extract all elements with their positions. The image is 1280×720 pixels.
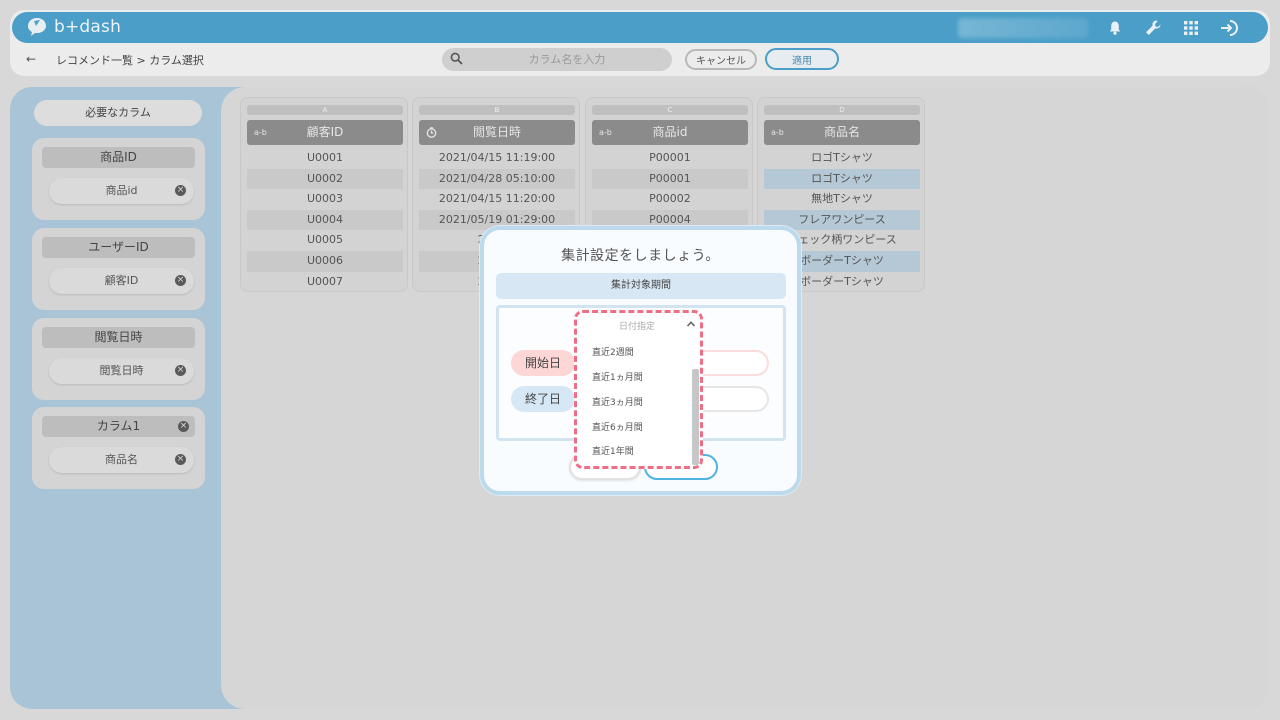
brand-bar: b+dash	[12, 12, 1268, 43]
table-cell: P00001	[649, 151, 691, 164]
column-letter: C	[592, 105, 748, 115]
column-header[interactable]: a-b 商品id	[592, 120, 748, 145]
dropdown-header: 日付指定	[618, 322, 655, 332]
column-card-product-id: 商品ID 商品id ×	[32, 138, 205, 220]
logout-icon[interactable]	[1218, 18, 1240, 38]
text-type-icon: a-b	[599, 128, 612, 137]
dropdown-option[interactable]: 直近2週間	[592, 345, 634, 358]
column-card-view-datetime: 閲覧日時 閲覧日時 ×	[32, 318, 205, 400]
modal-title: 集計設定をしましょう。	[561, 248, 720, 264]
column-card-title: 商品ID	[42, 147, 195, 168]
dropdown-option[interactable]: 直近6ヵ月間	[592, 420, 643, 433]
back-arrow-icon[interactable]: ←	[26, 52, 36, 66]
dropdown-option[interactable]: 直近1ヵ月間	[592, 370, 643, 383]
column-card-title: カラム1 ×	[42, 416, 195, 437]
dropdown-option[interactable]: 直近1年間	[592, 444, 634, 457]
table-cell: U0001	[306, 151, 344, 164]
table-cell: U0006	[247, 250, 403, 272]
column-letter: B	[419, 105, 575, 115]
table-cell: U0002	[247, 168, 403, 190]
column-header[interactable]: 閲覧日時	[419, 120, 575, 145]
remove-icon[interactable]: ×	[175, 365, 186, 376]
logo-text: b+dash	[54, 17, 122, 37]
chevron-up-icon[interactable]	[686, 319, 696, 332]
text-type-icon: a-b	[254, 128, 267, 137]
dropdown-scrollbar[interactable]	[692, 369, 699, 465]
apply-button[interactable]: 適用	[765, 48, 839, 70]
required-columns-label: 必要なカラム	[34, 100, 202, 126]
table-cell: U0005	[306, 233, 344, 247]
table-cell: ロゴTシャツ	[764, 168, 920, 190]
start-date-input[interactable]	[697, 350, 769, 376]
remove-icon[interactable]: ×	[175, 454, 186, 465]
logo[interactable]: b+dash	[26, 16, 121, 38]
cancel-button[interactable]: キャンセル	[685, 49, 757, 70]
table-cell: U0004	[247, 209, 403, 231]
end-date-input[interactable]	[697, 386, 769, 412]
table-cell: 2021/04/15 11:20:00	[438, 192, 556, 206]
column-card-column1: カラム1 × 商品名 ×	[32, 407, 205, 489]
search-input[interactable]	[472, 48, 662, 71]
breadcrumb: レコメンド一覧 > カラム選択	[56, 54, 204, 67]
table-cell: 無地Tシャツ	[811, 192, 873, 206]
search-icon	[450, 52, 463, 68]
end-date-label: 終了日	[511, 386, 575, 412]
table-cell: U0007	[306, 274, 344, 288]
user-info[interactable]	[958, 18, 1088, 38]
column-header[interactable]: a-b 顧客ID	[247, 120, 403, 145]
column-card-title: ユーザーID	[42, 237, 195, 258]
column-chip[interactable]: 顧客ID ×	[49, 268, 194, 294]
column-letter: D	[764, 105, 920, 115]
remove-icon[interactable]: ×	[175, 275, 186, 286]
column-chip[interactable]: 閲覧日時 ×	[49, 358, 194, 384]
bell-icon[interactable]	[1104, 18, 1126, 38]
table-cell: P00002	[649, 192, 691, 206]
column-header[interactable]: a-b 商品名	[764, 120, 920, 145]
remove-icon[interactable]: ×	[175, 185, 186, 196]
date-range-dropdown[interactable]: 日付指定 直近2週間 直近1ヵ月間 直近3ヵ月間 直近6ヵ月間 直近1年間	[574, 310, 703, 469]
table-cell: 2021/04/15 11:19:00	[438, 151, 556, 164]
start-date-label: 開始日	[511, 350, 575, 376]
column-card-title: 閲覧日時	[42, 327, 195, 348]
search-box	[442, 48, 672, 71]
table-cell: 2021/04/28 05:10:00	[419, 168, 575, 190]
column-chip[interactable]: 商品id ×	[49, 178, 194, 204]
breadcrumb-bar: ← レコメンド一覧 > カラム選択 キャンセル 適用	[12, 47, 1268, 73]
table-cell: ロゴTシャツ	[811, 151, 873, 164]
logo-bubble-icon	[26, 16, 48, 38]
table-cell: U0003	[306, 192, 344, 206]
column-card-user-id: ユーザーID 顧客ID ×	[32, 228, 205, 310]
remove-column-icon[interactable]: ×	[178, 421, 189, 432]
table-cell: P00001	[592, 168, 748, 190]
column-letter: A	[247, 105, 403, 115]
period-section-header: 集計対象期間	[496, 273, 786, 299]
clock-icon	[426, 120, 437, 148]
column-chip[interactable]: 商品名 ×	[49, 447, 194, 473]
data-column-a[interactable]: A a-b 顧客ID U0001 U0002 U0003 U0004 U0005 …	[240, 97, 408, 292]
grid-icon[interactable]	[1180, 18, 1202, 38]
dropdown-option[interactable]: 直近3ヵ月間	[592, 395, 643, 408]
wrench-icon[interactable]	[1142, 18, 1164, 38]
text-type-icon: a-b	[771, 128, 784, 137]
